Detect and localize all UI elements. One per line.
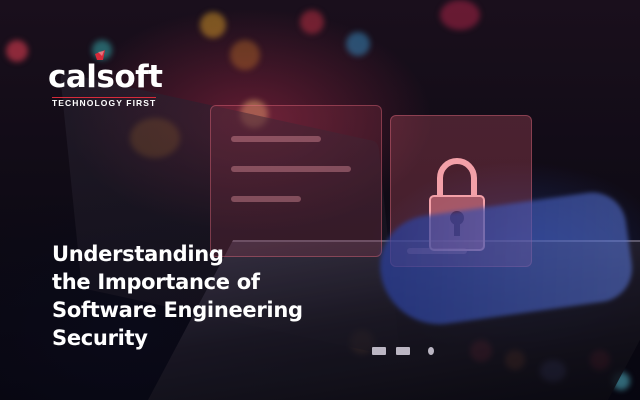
- bokeh-light: [300, 10, 324, 34]
- hero-banner: calsoft TECHNOLOGY FIRST Understanding t…: [0, 0, 640, 400]
- bokeh-light: [6, 40, 28, 62]
- bokeh-light: [440, 0, 480, 30]
- title-line: Understanding: [52, 242, 224, 266]
- bokeh-light: [200, 12, 226, 38]
- title-line: Software Engineering: [52, 298, 303, 322]
- panel-line: [231, 166, 351, 172]
- panel-line: [231, 196, 301, 202]
- usb-port: [396, 347, 410, 355]
- panel-line: [231, 136, 321, 142]
- page-title: Understanding the Importance of Software…: [52, 240, 352, 352]
- bokeh-light: [346, 32, 370, 56]
- audio-port: [428, 347, 434, 355]
- logo-tagline: TECHNOLOGY FIRST: [52, 98, 157, 108]
- holographic-panel: [210, 105, 382, 257]
- logo-mark-icon: [95, 50, 105, 60]
- title-line: Security: [52, 326, 148, 350]
- logo-wordmark: calsoft: [48, 59, 163, 95]
- calsoft-logo: calsoft: [48, 62, 168, 93]
- usb-port: [372, 347, 386, 355]
- bokeh-light: [230, 40, 260, 70]
- title-line: the Importance of: [52, 270, 260, 294]
